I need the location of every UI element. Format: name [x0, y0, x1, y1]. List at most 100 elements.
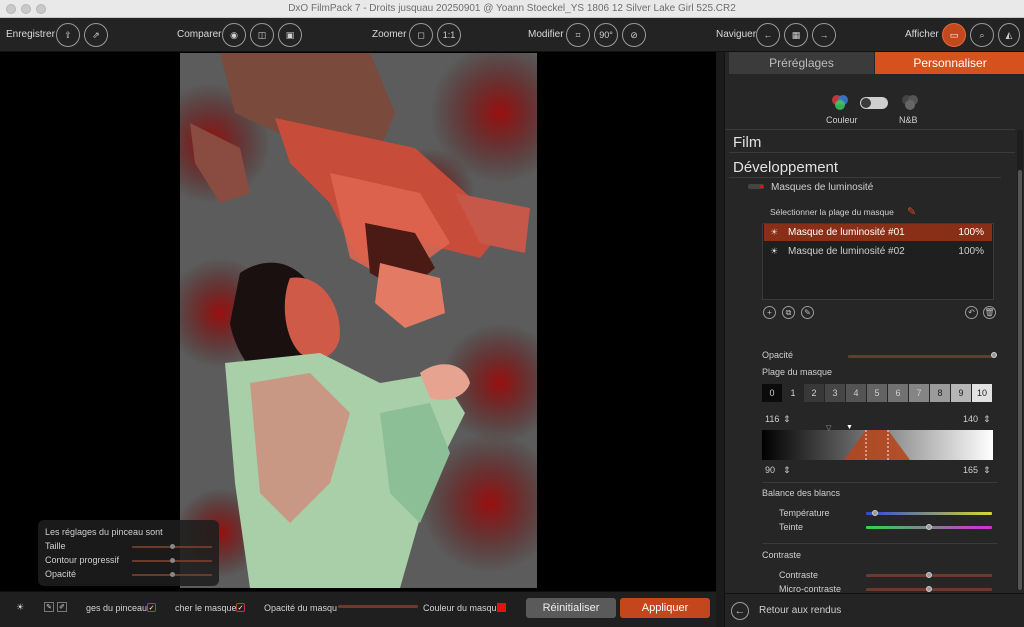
brush-opacity-label: Opacité	[45, 569, 77, 579]
brush-tool-icon[interactable]: ☀	[16, 602, 24, 613]
grid-view-button[interactable]: ▦	[784, 23, 808, 47]
zone-9-button[interactable]: 9	[951, 384, 971, 402]
zone-3-button[interactable]: 3	[825, 384, 845, 402]
panel-scrollbar[interactable]	[1017, 130, 1023, 590]
opacity-slider[interactable]	[848, 355, 994, 358]
tint-label: Teinte	[779, 522, 804, 532]
contrast-knob[interactable]	[926, 572, 932, 578]
mask-value: 100%	[958, 246, 984, 257]
brush-panel-title: Les réglages du pinceau sont	[45, 527, 163, 537]
compare-split-button[interactable]: ◫	[250, 23, 274, 47]
duplicate-icon: ⧉	[785, 307, 792, 317]
temperature-slider[interactable]	[866, 512, 992, 515]
duplicate-mask-button[interactable]: ⧉	[782, 306, 795, 319]
micro-contrast-knob[interactable]	[926, 586, 932, 592]
color-bw-toggle[interactable]	[860, 97, 888, 109]
mask-list-item-01[interactable]: ☀ Masque de luminosité #01 100%	[764, 224, 992, 241]
export-disk-icon: ⇪	[64, 29, 72, 40]
masks-enable-toggle[interactable]	[748, 184, 764, 189]
arrow-left-icon: ←	[734, 605, 746, 617]
display-monitor-button[interactable]: ▭	[942, 23, 966, 47]
section-development[interactable]: Développement	[733, 159, 838, 176]
opacity-slider-knob[interactable]	[991, 352, 997, 358]
stepper-icon[interactable]: ⇕	[983, 465, 991, 476]
tab-presets[interactable]: Préréglages	[729, 52, 874, 74]
color-mode-icon[interactable]	[831, 93, 849, 111]
show-brush-settings-label: ges du pinceau	[86, 603, 148, 613]
scrollbar-thumb[interactable]	[1018, 170, 1022, 590]
range-low-handle[interactable]: ▽	[826, 424, 831, 432]
toggle-knob	[861, 98, 871, 108]
bw-mode-icon[interactable]	[901, 93, 919, 111]
zone-7-button[interactable]: 7	[909, 384, 929, 402]
zone-10-button[interactable]: 10	[972, 384, 992, 402]
zone-6-button[interactable]: 6	[888, 384, 908, 402]
range-bottom-high[interactable]: 165	[963, 465, 978, 475]
section-film[interactable]: Film	[733, 134, 761, 151]
previous-image-button[interactable]: ←	[756, 23, 780, 47]
naviguer-label: Naviguer	[716, 29, 757, 40]
compare-eye-button[interactable]: ◉	[222, 23, 246, 47]
range-top-high[interactable]: 140	[963, 414, 978, 424]
display-loupe-button[interactable]: ⌕	[970, 23, 994, 47]
tint-knob[interactable]	[926, 524, 932, 530]
edit-mask-button[interactable]: ✎	[801, 306, 814, 319]
back-to-renderings-button[interactable]: ←	[731, 602, 749, 620]
slider-knob[interactable]	[170, 572, 175, 577]
crop-button[interactable]: ⌗	[566, 23, 590, 47]
mask-color-swatch[interactable]	[497, 603, 506, 612]
show-brush-settings-checkbox[interactable]: ✓	[147, 603, 156, 612]
temperature-knob[interactable]	[872, 510, 878, 516]
zone-8-button[interactable]: 8	[930, 384, 950, 402]
reset-button[interactable]: Réinitialiser	[526, 598, 616, 618]
straighten-button[interactable]: ⊘	[622, 23, 646, 47]
zoom-100-button[interactable]: 1:1	[437, 23, 461, 47]
slider-knob[interactable]	[170, 558, 175, 563]
slider-knob[interactable]	[170, 544, 175, 549]
stepper-icon[interactable]: ⇕	[783, 465, 791, 476]
mask-opacity-slider[interactable]	[338, 605, 418, 608]
main-toolbar: Enregistrer ⇪ ⇗ Comparer ◉ ◫ ▣ Zoomer ◻ …	[0, 18, 1024, 52]
photo-preview[interactable]	[180, 53, 537, 588]
eyedropper-icon[interactable]: ✎	[907, 205, 916, 218]
display-histogram-button[interactable]: ◭	[998, 23, 1020, 47]
stepper-icon[interactable]: ⇕	[783, 414, 791, 425]
tab-customize[interactable]: Personnaliser	[875, 52, 1024, 74]
white-balance-title[interactable]: Balance des blancs	[762, 488, 840, 498]
color-circles-icon	[832, 95, 848, 110]
zone-0-button[interactable]: 0	[762, 384, 782, 402]
crop-icon: ⌗	[575, 29, 581, 40]
range-high-handle[interactable]: ▼	[846, 424, 853, 431]
zone-5-button[interactable]: 5	[867, 384, 887, 402]
divider	[762, 482, 998, 483]
modifier-label: Modifier	[528, 29, 564, 40]
next-image-button[interactable]: →	[812, 23, 836, 47]
luminosity-range-graph[interactable]	[762, 430, 993, 460]
contrast-title[interactable]: Contraste	[762, 550, 801, 560]
apply-button[interactable]: Appliquer	[620, 598, 710, 618]
zoom-fit-button[interactable]: ◻	[409, 23, 433, 47]
divider	[729, 177, 1001, 178]
range-bottom-low[interactable]: 90	[765, 465, 775, 475]
add-mask-button[interactable]: +	[763, 306, 776, 319]
back-to-renderings-label[interactable]: Retour aux rendus	[759, 605, 841, 616]
export-disk-button[interactable]: ⇪	[56, 23, 80, 47]
check-icon: ✓	[237, 604, 244, 612]
zone-4-button[interactable]: 4	[846, 384, 866, 402]
show-mask-checkbox[interactable]: ✓	[236, 603, 245, 612]
mask-list-item-02[interactable]: ☀ Masque de luminosité #02 100%	[764, 243, 992, 260]
reset-mask-button[interactable]: ↶	[965, 306, 978, 319]
brush-erase-icon[interactable]: ✐	[57, 602, 67, 612]
export-share-button[interactable]: ⇗	[84, 23, 108, 47]
title-bar: DxO FilmPack 7 - Droits jusquau 20250901…	[0, 0, 1024, 18]
stepper-icon[interactable]: ⇕	[983, 414, 991, 425]
rotate-90-button[interactable]: 90°	[594, 23, 618, 47]
delete-mask-button[interactable]: 🗑	[983, 306, 996, 319]
compare-side-button[interactable]: ▣	[278, 23, 302, 47]
mask-color-label: Couleur du masqu	[423, 603, 497, 613]
brush-add-icon[interactable]: ✎	[44, 602, 54, 612]
range-top-low[interactable]: 116	[765, 414, 779, 424]
split-view-icon: ◫	[257, 29, 267, 40]
zone-2-button[interactable]: 2	[804, 384, 824, 402]
zone-1-button[interactable]: 1	[783, 384, 803, 402]
